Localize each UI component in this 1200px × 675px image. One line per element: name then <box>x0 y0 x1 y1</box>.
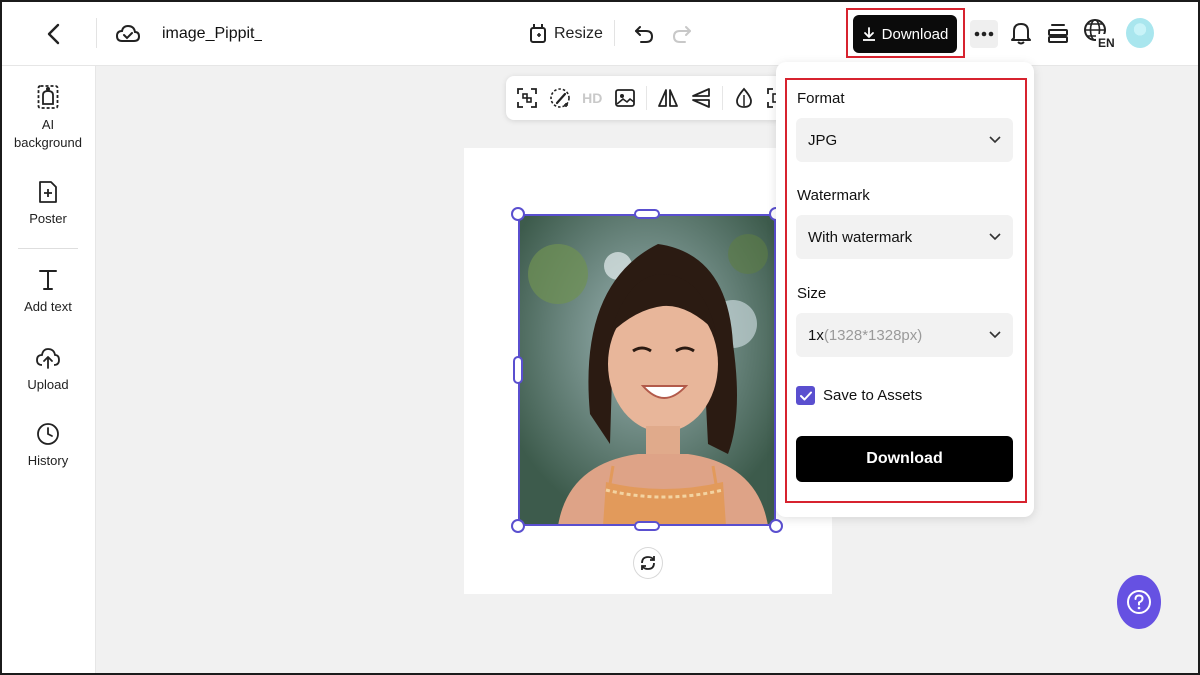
rotate-icon <box>641 556 655 570</box>
notifications-button[interactable] <box>1007 18 1035 48</box>
sidebar-item-upload[interactable]: Upload <box>0 346 96 394</box>
undo-button[interactable] <box>630 20 658 48</box>
sidebar-divider <box>18 248 78 249</box>
cloud-saved-button[interactable] <box>112 18 144 50</box>
sidebar-item-ai-background[interactable]: AI background <box>0 84 96 152</box>
sidebar-label-upload: Upload <box>27 377 69 392</box>
highlight-download-panel <box>785 78 1027 503</box>
back-button[interactable] <box>38 18 70 50</box>
sidebar-label-poster: Poster <box>29 211 67 226</box>
user-avatar[interactable] <box>1126 18 1154 48</box>
image-icon <box>614 89 635 107</box>
opacity-button[interactable] <box>733 86 756 110</box>
resize-handle-bottom[interactable] <box>634 521 660 531</box>
top-bar: image_Pippit_20 Resize Download EN <box>0 0 1200 66</box>
chevron-left-icon <box>47 23 60 45</box>
upload-icon <box>36 348 60 369</box>
toolbar-divider <box>722 86 723 110</box>
resize-button[interactable]: Resize <box>528 20 603 48</box>
hd-button[interactable]: HD <box>581 86 604 110</box>
language-code: EN <box>1098 36 1115 49</box>
resize-handle-bottom-right[interactable] <box>769 519 783 533</box>
cutout-icon <box>517 88 538 108</box>
resize-handle-left[interactable] <box>513 356 523 384</box>
divider <box>614 20 615 46</box>
more-options-button[interactable] <box>970 20 998 48</box>
poster-icon <box>39 181 57 203</box>
highlight-download-top <box>846 8 965 58</box>
selection-frame <box>518 214 776 526</box>
resize-handle-top[interactable] <box>634 209 660 219</box>
magic-edit-button[interactable] <box>549 86 572 110</box>
sidebar-label-add-text: Add text <box>24 299 72 314</box>
rotate-button[interactable] <box>633 547 663 579</box>
flip-horizontal-icon <box>658 89 679 107</box>
question-icon <box>1127 590 1151 614</box>
undo-icon <box>635 26 654 43</box>
resize-label: Resize <box>554 25 603 42</box>
drop-icon <box>736 87 753 108</box>
resize-handle-bottom-left[interactable] <box>511 519 525 533</box>
flip-horizontal-button[interactable] <box>657 86 680 110</box>
layers-button[interactable] <box>1044 18 1072 48</box>
file-name[interactable]: image_Pippit_20 <box>162 22 262 46</box>
image-toolbar: HD <box>506 76 788 120</box>
text-icon <box>39 270 57 290</box>
ai-background-icon <box>37 85 59 109</box>
language-button[interactable]: EN <box>1082 16 1116 50</box>
bell-icon <box>1011 23 1031 45</box>
sidebar-label-ai-background: AI background <box>14 117 82 150</box>
image-edit-button[interactable] <box>614 86 637 110</box>
history-icon <box>37 423 59 445</box>
resize-handle-top-left[interactable] <box>511 207 525 221</box>
left-sidebar: AI background Poster Add text Upload His… <box>0 66 96 675</box>
toolbar-divider <box>646 86 647 110</box>
more-horizontal-icon <box>974 31 994 37</box>
sidebar-label-history: History <box>27 453 69 468</box>
help-button[interactable] <box>1117 575 1161 629</box>
cutout-button[interactable] <box>516 86 539 110</box>
magic-wand-icon <box>549 88 570 108</box>
sidebar-item-add-text[interactable]: Add text <box>0 268 96 316</box>
resize-icon <box>530 24 546 43</box>
redo-icon <box>672 26 691 43</box>
globe-icon: EN <box>1084 19 1116 49</box>
cloud-check-icon <box>115 24 141 42</box>
layers-icon <box>1048 24 1068 43</box>
sidebar-item-poster[interactable]: Poster <box>0 180 96 228</box>
redo-button[interactable] <box>668 20 696 48</box>
sidebar-item-history[interactable]: History <box>0 422 96 470</box>
flip-vertical-button[interactable] <box>690 86 713 110</box>
flip-vertical-icon <box>691 88 710 108</box>
divider <box>96 18 97 48</box>
